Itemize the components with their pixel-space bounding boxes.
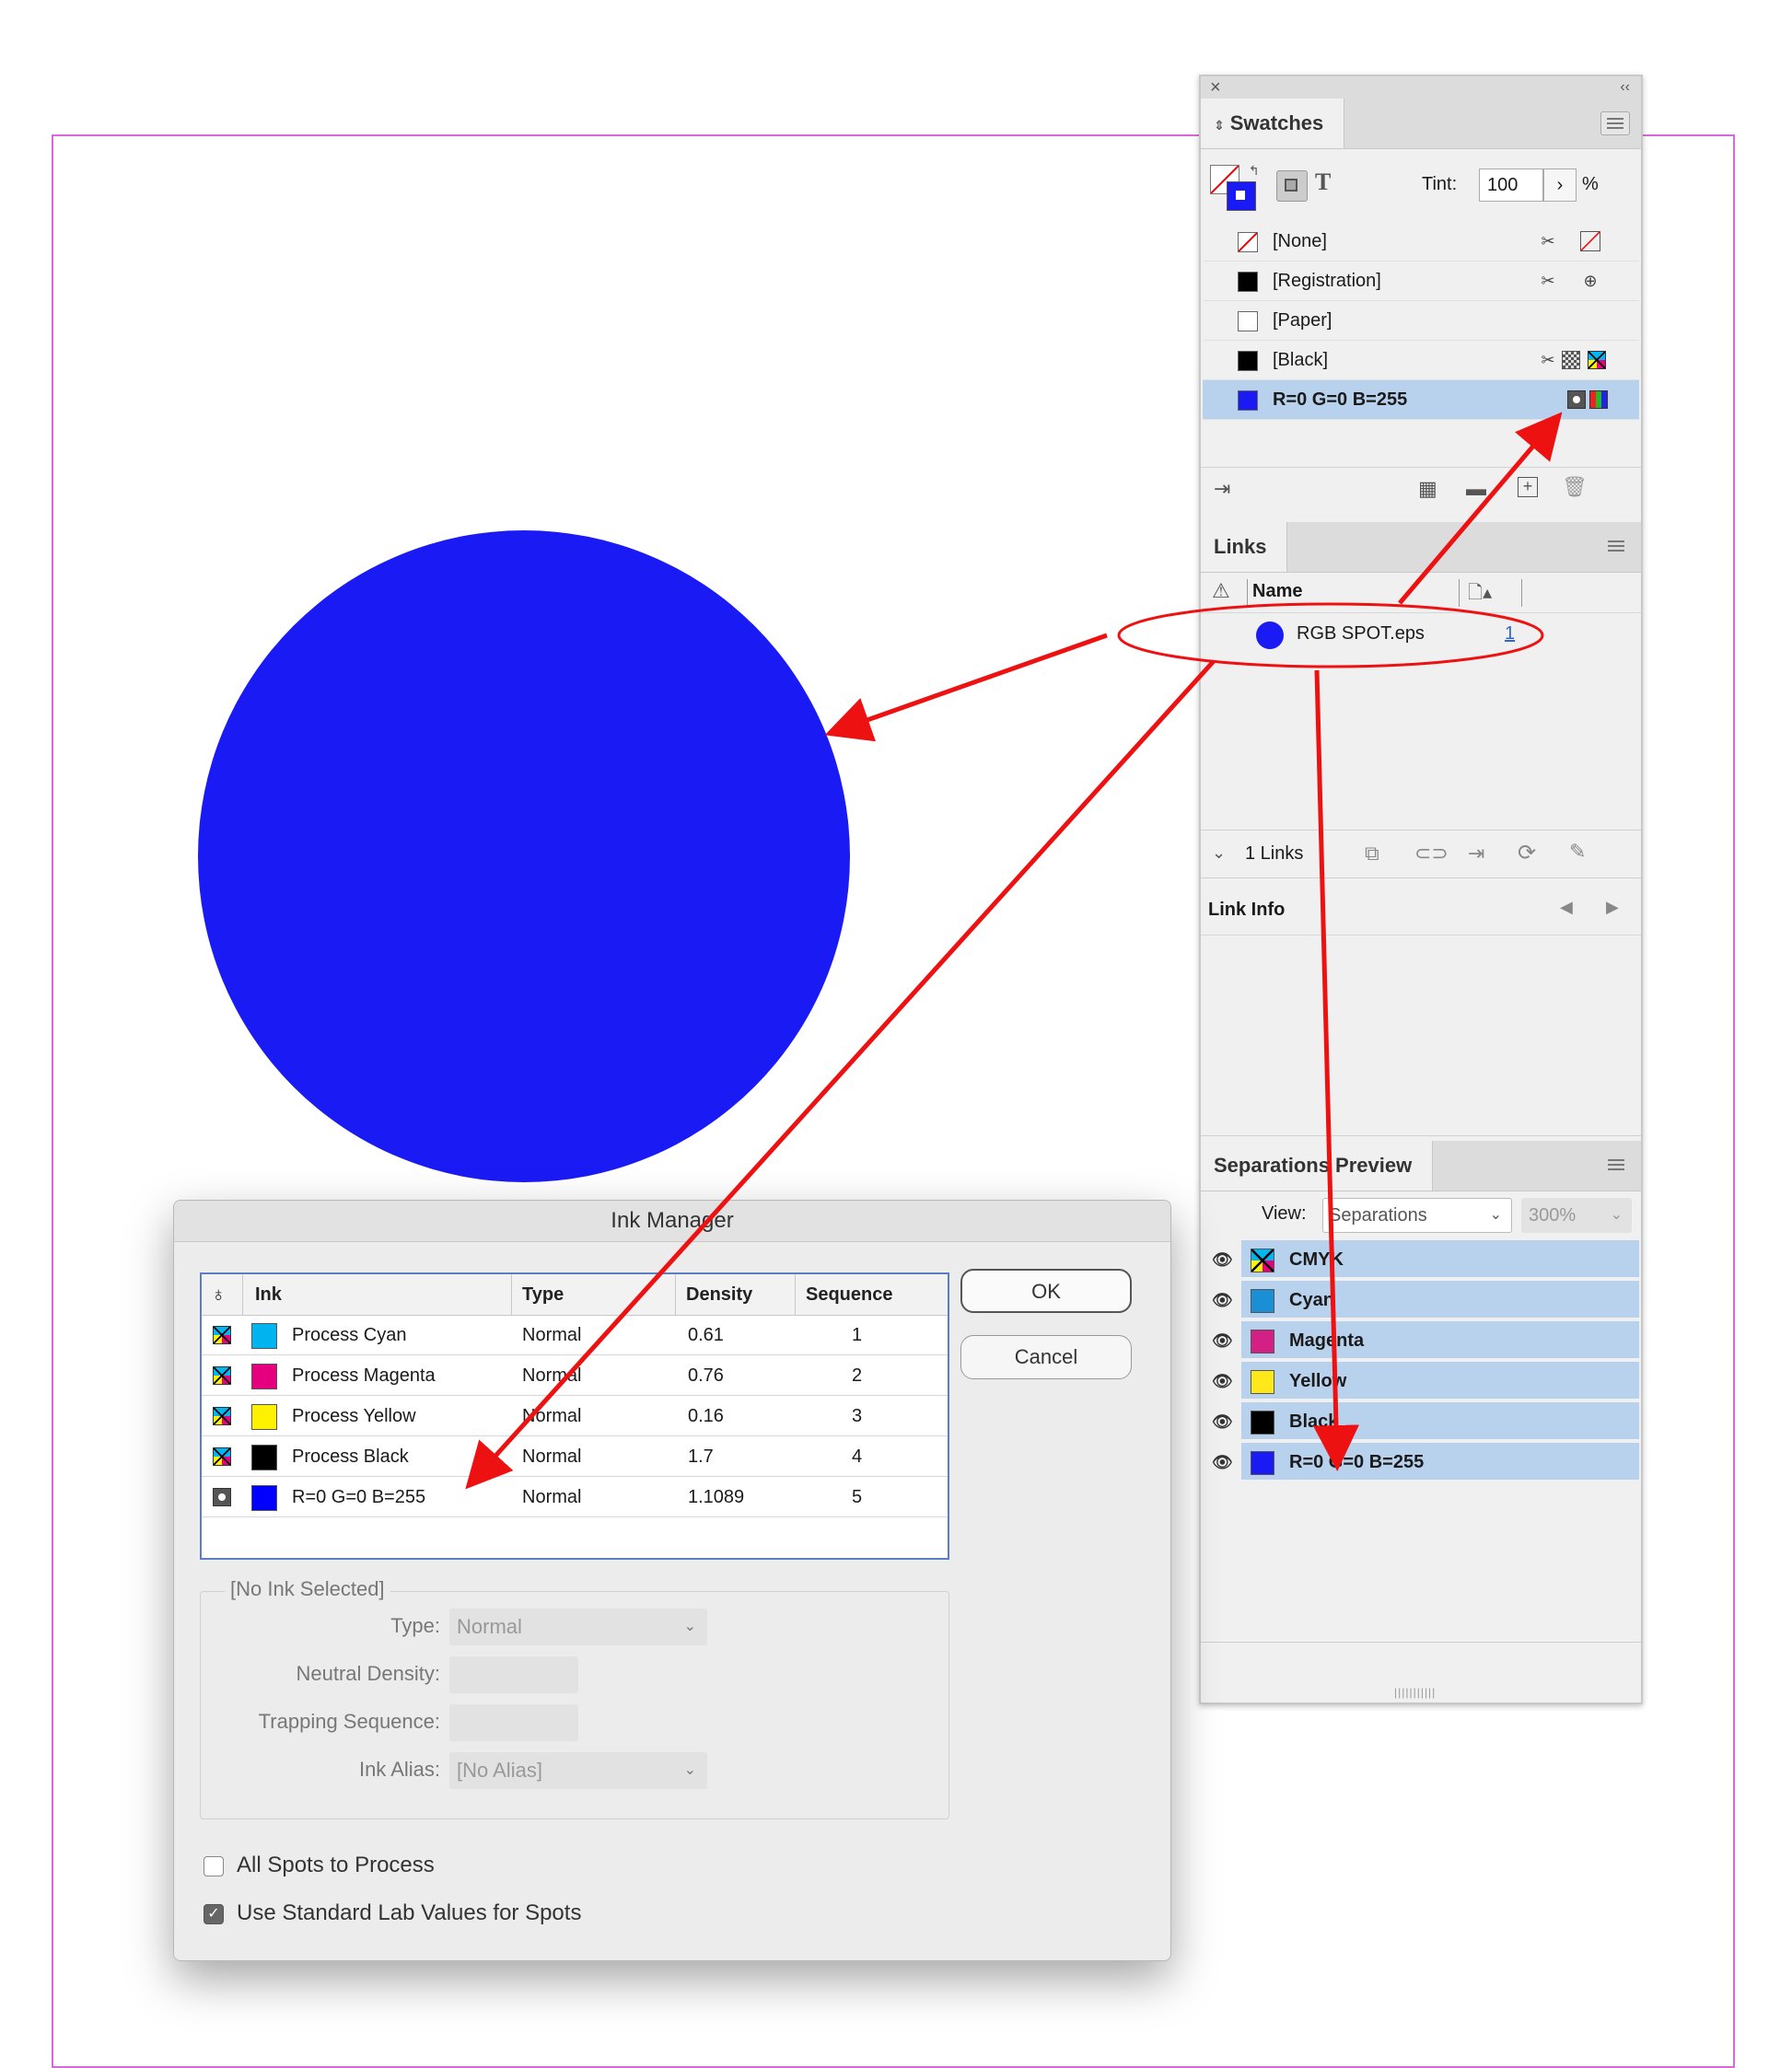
- annotation-ellipse: [1117, 602, 1544, 668]
- annotation-arrow-to-separation: [1312, 669, 1359, 1471]
- annotation-arrow-to-circle: [824, 633, 1108, 742]
- annotation-arrow-to-ink: [465, 659, 1216, 1490]
- annotation-overlay: [465, 412, 1563, 1490]
- annotation-arrow-to-swatch: [1398, 412, 1563, 605]
